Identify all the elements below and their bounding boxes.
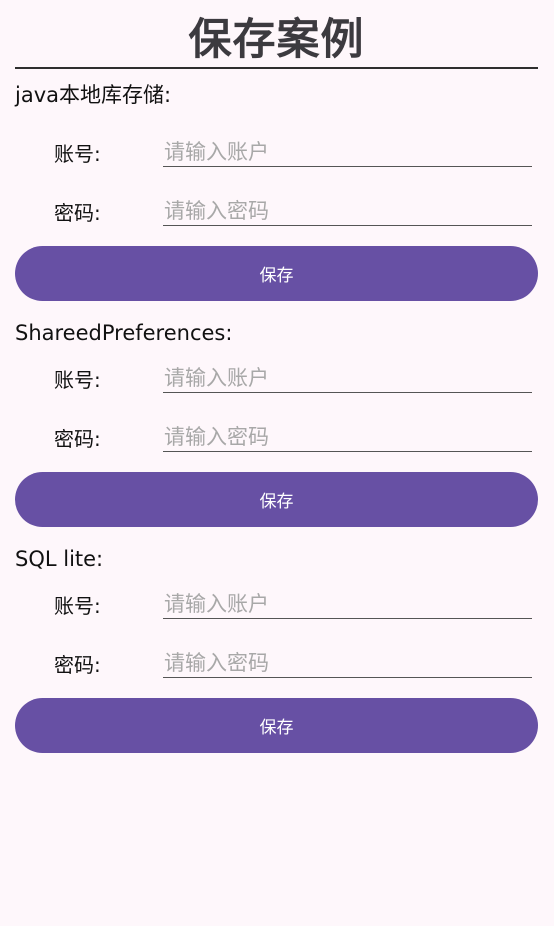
- password-input[interactable]: [163, 196, 532, 226]
- save-button-sqlite[interactable]: 保存: [15, 698, 538, 753]
- password-label: 密码:: [54, 201, 101, 225]
- section-heading-sharedpreferences: ShareedPreferences:: [15, 321, 233, 345]
- save-button-sharedpreferences[interactable]: 保存: [15, 472, 538, 527]
- password-row: 密码:: [0, 648, 554, 682]
- password-row: 密码:: [0, 422, 554, 456]
- account-row: 账号:: [0, 589, 554, 623]
- password-input[interactable]: [163, 422, 532, 452]
- password-label: 密码:: [54, 427, 101, 451]
- account-input[interactable]: [163, 589, 532, 619]
- password-input[interactable]: [163, 648, 532, 678]
- account-input[interactable]: [163, 137, 532, 167]
- section-heading-sqlite: SQL lite:: [15, 547, 104, 571]
- password-label: 密码:: [54, 653, 101, 677]
- account-label: 账号:: [54, 142, 101, 166]
- title-bar: 保存案例: [15, 0, 538, 69]
- save-button-java[interactable]: 保存: [15, 246, 538, 301]
- password-row: 密码:: [0, 196, 554, 230]
- account-input[interactable]: [163, 363, 532, 393]
- section-heading-java: java本地库存储:: [15, 83, 172, 107]
- page-title: 保存案例: [188, 15, 365, 65]
- account-label: 账号:: [54, 594, 101, 618]
- account-row: 账号:: [0, 363, 554, 397]
- account-label: 账号:: [54, 368, 101, 392]
- account-row: 账号:: [0, 137, 554, 171]
